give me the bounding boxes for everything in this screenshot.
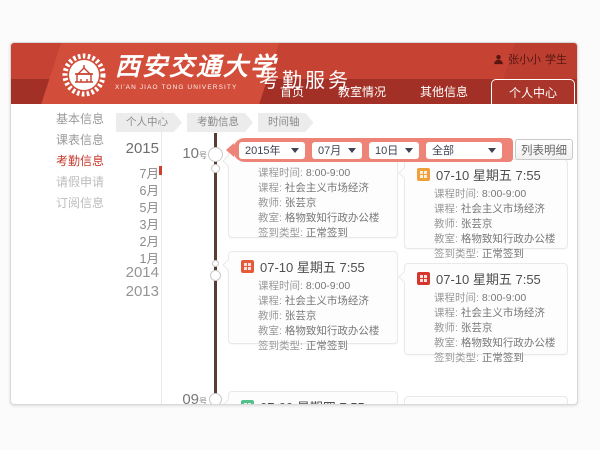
sidebar-item-attendance[interactable]: 考勤信息	[11, 151, 121, 172]
nav-tab-other[interactable]: 其他信息	[403, 79, 485, 104]
timeline-node-day09	[209, 393, 222, 405]
attendance-card: 07-09 星期四 7:55	[228, 391, 398, 405]
attendance-type-icon	[417, 272, 430, 285]
attendance-type-icon	[241, 260, 254, 273]
sidebar-item-subscription[interactable]: 订阅信息	[11, 193, 121, 214]
sidebar: 基本信息 课表信息 考勤信息 请假申请 订阅信息	[11, 109, 121, 214]
current-month-tick	[159, 166, 162, 175]
timeline-node-day10	[208, 147, 223, 162]
scale-year-2014[interactable]: 2014	[126, 264, 159, 281]
user-name: 张小小	[508, 51, 541, 67]
breadcrumb-personal-center[interactable]: 个人中心	[116, 113, 182, 132]
attendance-type-icon	[417, 168, 430, 181]
card-tail	[398, 167, 409, 178]
breadcrumb-attendance[interactable]: 考勤信息	[187, 113, 253, 132]
chevron-down-icon	[291, 148, 299, 153]
breadcrumb-timeline[interactable]: 时间轴	[258, 113, 314, 132]
timeline-node	[212, 260, 219, 267]
scale-year-2013[interactable]: 2013	[126, 283, 159, 300]
type-select[interactable]: 全部	[426, 142, 502, 159]
card-title: 07-10 星期五 7:55	[417, 165, 559, 184]
nav-tab-home[interactable]: 首页	[263, 79, 321, 104]
scale-year-2015[interactable]: 2015	[126, 140, 159, 157]
chevron-down-icon	[488, 148, 496, 153]
main-nav: 首页 教室情况 其他信息 个人中心	[263, 79, 575, 104]
day-marker-10: 10号	[171, 145, 207, 163]
user-chip[interactable]: 张小小 学生	[493, 51, 567, 67]
attendance-type-icon	[241, 400, 254, 405]
timeline-axis	[214, 133, 217, 405]
user-role: 学生	[545, 51, 567, 67]
card-tail	[222, 399, 233, 405]
attendance-card: 07-10 星期五 7:55 课程时间: 8:00-9:00 课程: 社会主义市…	[404, 159, 568, 249]
sidebar-item-schedule[interactable]: 课表信息	[11, 130, 121, 151]
sidebar-item-leave-request[interactable]: 请假申请	[11, 172, 121, 193]
breadcrumb: 个人中心 考勤信息 时间轴	[116, 113, 314, 132]
chevron-down-icon	[348, 148, 356, 153]
university-emblem-icon	[61, 52, 107, 98]
university-name-en: XI'AN JIAO TONG UNIVERSITY	[115, 84, 277, 91]
nav-tab-personal-center[interactable]: 个人中心	[491, 79, 575, 104]
month-select[interactable]: 07月	[312, 142, 362, 159]
attendance-card: 07-10 星期五 7:55 课程时间: 8:00-9:00 课程: 社会主义市…	[228, 251, 398, 344]
sidebar-item-basic-info[interactable]: 基本信息	[11, 109, 121, 130]
card-title: 07-10 星期五 7:55	[417, 269, 559, 288]
card-title: 07-10 星期五 7:55	[241, 257, 389, 276]
day-marker-09: 09号	[171, 391, 207, 405]
timeline-node	[210, 270, 221, 281]
nav-tab-classrooms[interactable]: 教室情况	[321, 79, 403, 104]
attendance-card: 07-10 星期五 7:55 课程时间: 8:00-9:00 课程: 社会主义市…	[404, 263, 568, 355]
timeline-node	[211, 164, 220, 173]
user-icon	[493, 54, 504, 65]
year-select[interactable]: 2015年	[239, 142, 305, 159]
card-title: 07-09 星期四 7:55	[241, 397, 389, 405]
card-tail	[398, 271, 409, 282]
card-tail	[222, 155, 233, 166]
date-filter-bar: 2015年 07月 10日 全部	[233, 138, 513, 162]
app-header: 西安交通大学 XI'AN JIAO TONG UNIVERSITY 考勤服务 张…	[11, 43, 577, 104]
scale-divider	[161, 111, 162, 405]
university-name-cn: 西安交通大学	[115, 52, 277, 82]
chevron-down-icon	[405, 148, 413, 153]
university-logo: 西安交通大学 XI'AN JIAO TONG UNIVERSITY	[61, 52, 277, 98]
day-select[interactable]: 10日	[369, 142, 419, 159]
list-detail-button[interactable]: 列表明细	[515, 139, 573, 160]
app-window: 西安交通大学 XI'AN JIAO TONG UNIVERSITY 考勤服务 张…	[10, 42, 578, 405]
card-tail	[222, 259, 233, 270]
attendance-card	[404, 396, 568, 405]
